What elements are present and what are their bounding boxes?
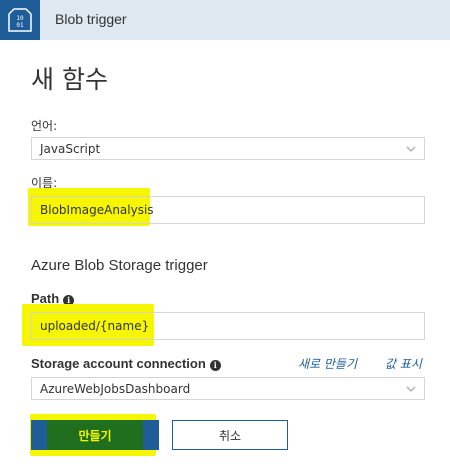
language-value: JavaScript [40, 141, 101, 156]
language-select[interactable]: JavaScript [31, 137, 425, 160]
page-title: 새 함수 [31, 65, 108, 94]
language-label: 언어: [31, 119, 58, 133]
create-new-link[interactable]: 새로 만들기 [298, 355, 357, 372]
name-value: BlobImageAnalysis [40, 203, 154, 217]
storage-select[interactable]: AzureWebJobsDashboard [31, 377, 425, 400]
storage-value: AzureWebJobsDashboard [40, 381, 191, 396]
path-value: uploaded/{name} [40, 319, 150, 333]
chevron-down-icon [406, 386, 416, 392]
name-input[interactable]: BlobImageAnalysis [31, 196, 425, 224]
azure-function-icon: 10 01 [0, 0, 40, 40]
chevron-down-icon [406, 146, 416, 152]
section-title: Azure Blob Storage trigger [31, 257, 208, 274]
header-title: Blob trigger [55, 11, 127, 27]
path-input[interactable]: uploaded/{name} [31, 312, 425, 340]
svg-text:10: 10 [16, 15, 24, 22]
cancel-button-label: 취소 [218, 428, 242, 443]
header-bar: 10 01 Blob trigger [0, 0, 450, 40]
show-value-link[interactable]: 값 표시 [385, 355, 422, 372]
info-icon[interactable]: i [209, 360, 221, 371]
create-button[interactable]: 만들기 [31, 420, 159, 450]
cancel-button[interactable]: 취소 [172, 420, 288, 450]
create-button-label: 만들기 [78, 428, 112, 443]
svg-text:01: 01 [16, 22, 24, 29]
storage-label: Storage account connection i [31, 356, 221, 371]
